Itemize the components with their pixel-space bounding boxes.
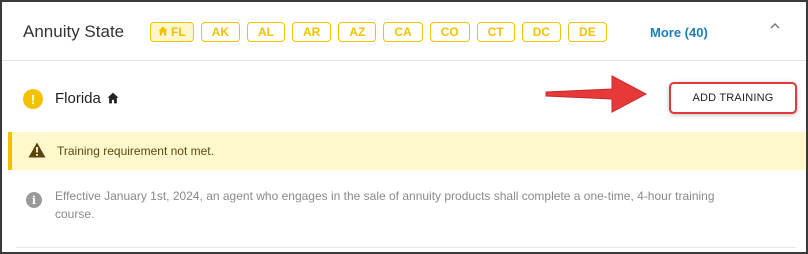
state-chip-az[interactable]: AZ	[338, 22, 377, 42]
panel-header: Annuity State FL AK AL AR AZ CA CO CT DC…	[2, 2, 806, 61]
red-arrow-icon	[542, 72, 650, 121]
panel-title: Annuity State	[23, 22, 125, 41]
state-chip-dc[interactable]: DC	[521, 22, 562, 42]
state-name: Florida	[55, 90, 101, 107]
state-chip-fl[interactable]: FL	[150, 22, 194, 42]
state-chip-label: CA	[394, 25, 412, 39]
annuity-state-panel: Annuity State FL AK AL AR AZ CA CO CT DC…	[0, 0, 808, 254]
info-icon: i	[26, 192, 42, 208]
training-info: i Effective January 1st, 2024, an agent …	[2, 170, 806, 250]
home-icon	[107, 91, 119, 109]
state-chip-ca[interactable]: CA	[383, 22, 423, 42]
state-chip-label: CO	[440, 25, 459, 39]
state-chip-ct[interactable]: CT	[476, 22, 515, 42]
state-chip-label: AK	[211, 25, 230, 39]
warning-triangle-icon	[28, 142, 46, 163]
more-states-link[interactable]: More (40)	[650, 25, 708, 40]
chevron-up-icon[interactable]	[770, 16, 780, 32]
state-chip-label: FL	[171, 25, 186, 39]
state-chip-list: FL AK AL AR AZ CA CO CT DC DE	[150, 22, 607, 42]
state-chip-label: CT	[487, 25, 504, 39]
requirement-warning-banner: Training requirement not met.	[8, 132, 806, 170]
home-icon	[158, 25, 168, 39]
alert-symbol: !	[30, 91, 36, 107]
info-symbol: i	[31, 193, 37, 207]
state-chip-de[interactable]: DE	[568, 22, 607, 42]
warning-text: Training requirement not met.	[57, 144, 214, 158]
state-chip-co[interactable]: CO	[429, 22, 470, 42]
state-chip-label: DE	[579, 25, 596, 39]
state-chip-ak[interactable]: AK	[200, 22, 241, 42]
alert-circle-icon: !	[23, 89, 43, 109]
state-chip-label: AR	[303, 25, 321, 39]
state-chip-ar[interactable]: AR	[292, 22, 332, 42]
state-chip-label: AL	[258, 25, 275, 39]
state-chip-al[interactable]: AL	[247, 22, 286, 42]
state-chip-label: DC	[532, 25, 551, 39]
add-training-button[interactable]: ADD TRAINING	[669, 82, 797, 114]
state-chip-label: AZ	[349, 25, 366, 39]
training-info-text: Effective January 1st, 2024, an agent wh…	[55, 189, 715, 221]
divider	[16, 247, 796, 248]
state-row-florida: ! Florida ADD TRAINING	[2, 60, 806, 132]
